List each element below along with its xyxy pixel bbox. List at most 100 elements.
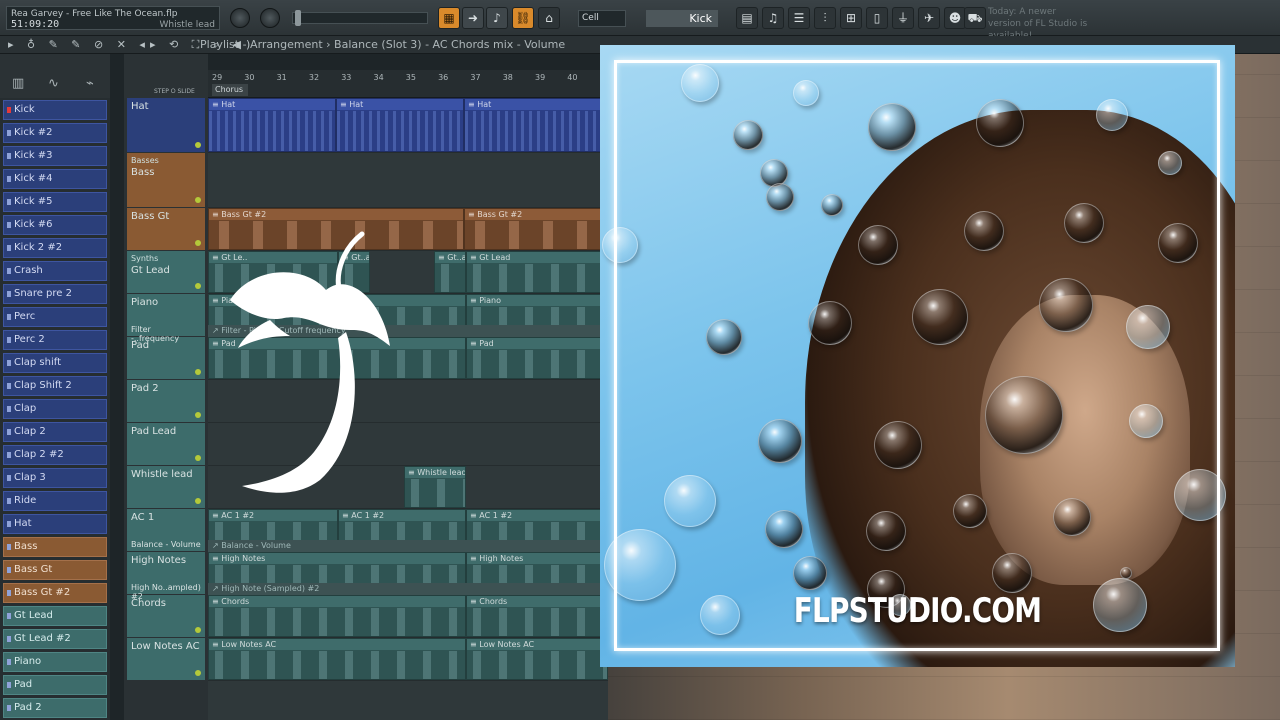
bar-number: 33 (341, 73, 352, 82)
faders-icon[interactable]: ⫶ (814, 7, 836, 29)
channel-button[interactable]: Bass (3, 537, 107, 557)
track-active-led[interactable] (195, 283, 201, 289)
master-pitch-slider[interactable] (292, 10, 428, 26)
wave-icon[interactable]: ∿ (48, 76, 59, 91)
hat-icon[interactable]: ⌂ (538, 7, 560, 29)
piano-roll-icon[interactable]: ♫ (762, 7, 784, 29)
track-active-led[interactable] (195, 197, 201, 203)
bar-number: 35 (405, 73, 416, 82)
channel-button[interactable]: Snare pre 2 (3, 284, 107, 304)
track-active-led[interactable] (195, 240, 201, 246)
channel-button[interactable]: Clap 2 #2 (3, 445, 107, 465)
channel-button[interactable]: Ride (3, 491, 107, 511)
slide-icon[interactable]: ♪ (486, 7, 508, 29)
channel-button[interactable]: Perc 2 (3, 330, 107, 350)
channel-button[interactable]: Kick (3, 100, 107, 120)
bar-number: 30 (244, 73, 255, 82)
playlist-lane[interactable]: ≡ Low Notes AC ≡ Low Notes AC (208, 638, 608, 681)
pattern-clip[interactable]: ≡ Whistle lead (404, 466, 466, 508)
track-header[interactable]: Hat (127, 98, 205, 152)
track-header[interactable]: Chords (127, 595, 205, 637)
master-volume-knob[interactable] (230, 8, 250, 28)
track-header[interactable]: Pad 2 (127, 380, 205, 422)
channel-button[interactable]: Kick #2 (3, 123, 107, 143)
timeline-ruler[interactable]: Chorus 29 30 31 32 33 34 35 36 37 38 39 40 (208, 70, 608, 98)
track-active-led[interactable] (195, 369, 201, 375)
bird-icon[interactable]: ✈ (918, 7, 940, 29)
pattern-clip[interactable]: ≡ Pad (466, 337, 608, 379)
cart-icon[interactable]: ⛟ (964, 7, 986, 29)
channel-button[interactable]: Kick #3 (3, 146, 107, 166)
step-slide-label: STEP ⭘ SLIDE (154, 88, 195, 95)
pattern-clip[interactable]: ≡ Gt Lead (466, 251, 608, 293)
track-active-led[interactable] (195, 670, 201, 676)
plug-icon[interactable]: ⌁ (86, 76, 94, 91)
pattern-clip[interactable]: ≡ Chords (208, 595, 466, 637)
pattern-clip[interactable]: ≡ Hat (464, 98, 608, 152)
automation-clip[interactable]: ↗ High Note (Sampled) #2 (208, 583, 608, 595)
track-header[interactable]: Whistle lead (127, 466, 205, 508)
pattern-clip[interactable]: ≡ Gt..ad (434, 251, 466, 293)
link-icon[interactable]: ⛓ (512, 7, 534, 29)
clip-label: ≡ Low Notes AC (209, 639, 465, 650)
channel-button[interactable]: Clap 2 (3, 422, 107, 442)
channel-button[interactable]: Kick #5 (3, 192, 107, 212)
track-header[interactable]: Bass Gt (127, 208, 205, 250)
pattern-clip[interactable]: ≡ Chords (466, 595, 608, 637)
track-active-led[interactable] (195, 142, 201, 148)
channel-button[interactable]: Clap 3 (3, 468, 107, 488)
channel-button[interactable]: Perc (3, 307, 107, 327)
clip-notes (435, 264, 465, 292)
plugin-icon[interactable]: ⏚ (892, 7, 914, 29)
playlist-lane[interactable] (208, 153, 608, 208)
step-edit-icon[interactable]: ➜ (462, 7, 484, 29)
channel-button[interactable]: Hat (3, 514, 107, 534)
channel-button[interactable]: Pad 2 (3, 698, 107, 718)
channel-button[interactable]: Gt Lead (3, 606, 107, 626)
track-active-led[interactable] (195, 627, 201, 633)
pattern-selector[interactable]: Kick (646, 10, 718, 27)
snap-select[interactable]: Cell (578, 10, 626, 27)
master-pitch-knob[interactable] (260, 8, 280, 28)
channel-button[interactable]: Crash (3, 261, 107, 281)
pattern-clip[interactable]: ≡ Low Notes AC (208, 638, 466, 680)
channel-button[interactable]: Clap (3, 399, 107, 419)
info-icon[interactable]: ☻ (944, 7, 966, 29)
chorus-marker[interactable]: Chorus (212, 84, 248, 96)
clip-label: ≡ High Notes (467, 553, 607, 564)
bar-number: 29 (212, 73, 223, 82)
track-header[interactable]: Synths Gt Lead (127, 251, 205, 293)
automation-clip[interactable]: ↗ Balance - Volume (208, 540, 608, 552)
playlist-lane[interactable]: ≡ Hat ≡ Hat ≡ Hat (208, 98, 608, 153)
channel-button[interactable]: Kick 2 #2 (3, 238, 107, 258)
pattern-clip[interactable]: ≡ Low Notes AC (466, 638, 608, 680)
file-icon[interactable]: ▯ (866, 7, 888, 29)
pattern-clip[interactable]: ≡ Bass Gt #2 (464, 208, 608, 250)
channel-button[interactable]: Pad (3, 675, 107, 695)
bar-number: 36 (438, 73, 449, 82)
piano-icon[interactable]: ▥ (12, 76, 24, 91)
track-header[interactable]: Low Notes AC (127, 638, 205, 680)
channel-button[interactable]: Bass Gt (3, 560, 107, 580)
track-header[interactable]: Pad (127, 337, 205, 379)
channel-button[interactable]: Piano (3, 652, 107, 672)
track-active-led[interactable] (195, 455, 201, 461)
playlist-lane[interactable]: ≡ Chords ≡ Chords (208, 595, 608, 638)
channel-button[interactable]: Kick #6 (3, 215, 107, 235)
pattern-clip[interactable]: ≡ Hat (208, 98, 336, 152)
track-header[interactable]: Basses Bass (127, 153, 205, 207)
channel-button[interactable]: Kick #4 (3, 169, 107, 189)
pattern-clip[interactable]: ≡ Hat (336, 98, 464, 152)
channel-button[interactable]: Clap shift (3, 353, 107, 373)
channel-button[interactable]: Bass Gt #2 (3, 583, 107, 603)
mixer-icon[interactable]: ▤ (736, 7, 758, 29)
channel-button[interactable]: Clap Shift 2 (3, 376, 107, 396)
channel-rack-icon[interactable]: ☰ (788, 7, 810, 29)
browser-icon[interactable]: ⊞ (840, 7, 862, 29)
track-active-led[interactable] (195, 412, 201, 418)
track-header[interactable]: Pad Lead (127, 423, 205, 465)
track-active-led[interactable] (195, 498, 201, 504)
pattern-song-toggle[interactable]: ▦ (438, 7, 460, 29)
cover-neon-frame (614, 60, 1220, 651)
channel-button[interactable]: Gt Lead #2 (3, 629, 107, 649)
